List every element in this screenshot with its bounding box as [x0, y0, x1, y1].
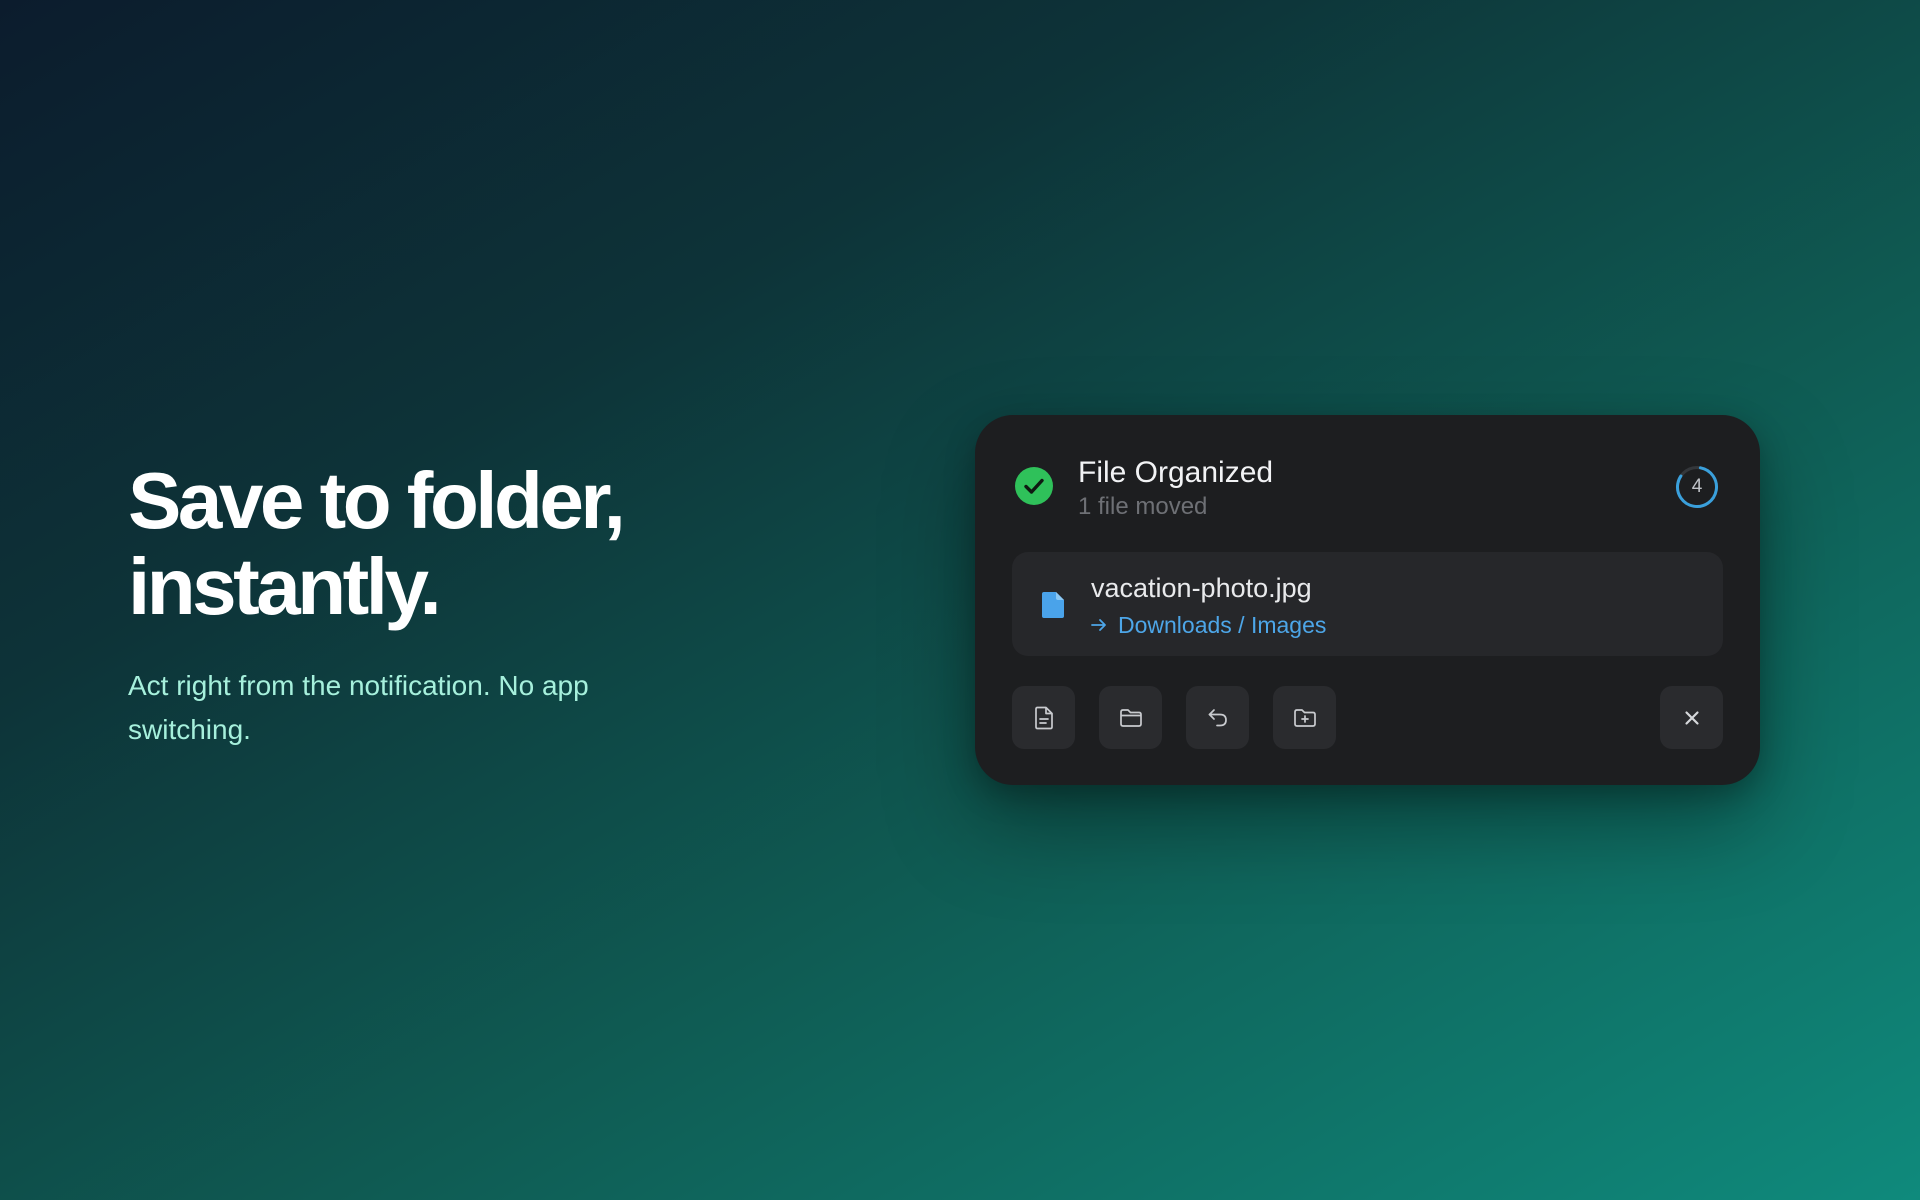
- file-name: vacation-photo.jpg: [1091, 573, 1312, 603]
- open-file-button[interactable]: [1012, 686, 1075, 749]
- folder-plus-icon: [1293, 708, 1316, 727]
- hero-section: Save to folder, instantly. Act right fro…: [128, 458, 768, 752]
- undo-button[interactable]: [1186, 686, 1249, 749]
- hero-title: Save to folder, instantly.: [128, 458, 768, 630]
- dismiss-button[interactable]: [1660, 686, 1723, 749]
- document-icon: [1034, 706, 1053, 729]
- file-icon: [1042, 592, 1064, 618]
- hero-title-line-1: Save to folder,: [128, 456, 626, 545]
- countdown-number: 4: [1691, 476, 1703, 497]
- arrow-right-icon: [1091, 619, 1106, 631]
- destination-path: Downloads / Images: [1118, 612, 1327, 638]
- countdown-timer: 4: [1675, 465, 1719, 509]
- action-bar: [1012, 686, 1723, 749]
- close-icon: [1684, 710, 1699, 725]
- notification-title: File Organized: [1078, 456, 1274, 489]
- hero-title-line-2: instantly.: [128, 542, 442, 631]
- undo-icon: [1208, 708, 1227, 726]
- notification-subtitle: 1 file moved: [1078, 493, 1208, 520]
- file-row[interactable]: vacation-photo.jpg Downloads / Images: [1012, 552, 1723, 656]
- file-destination[interactable]: Downloads / Images: [1091, 610, 1326, 640]
- check-circle-icon: [1015, 467, 1053, 505]
- hero-subtitle: Act right from the notification. No app …: [128, 670, 589, 745]
- folder-icon: [1119, 708, 1142, 727]
- move-to-folder-button[interactable]: [1273, 686, 1336, 749]
- notification-card: File Organized 1 file moved 4 vacation-p…: [975, 415, 1760, 785]
- show-in-folder-button[interactable]: [1099, 686, 1162, 749]
